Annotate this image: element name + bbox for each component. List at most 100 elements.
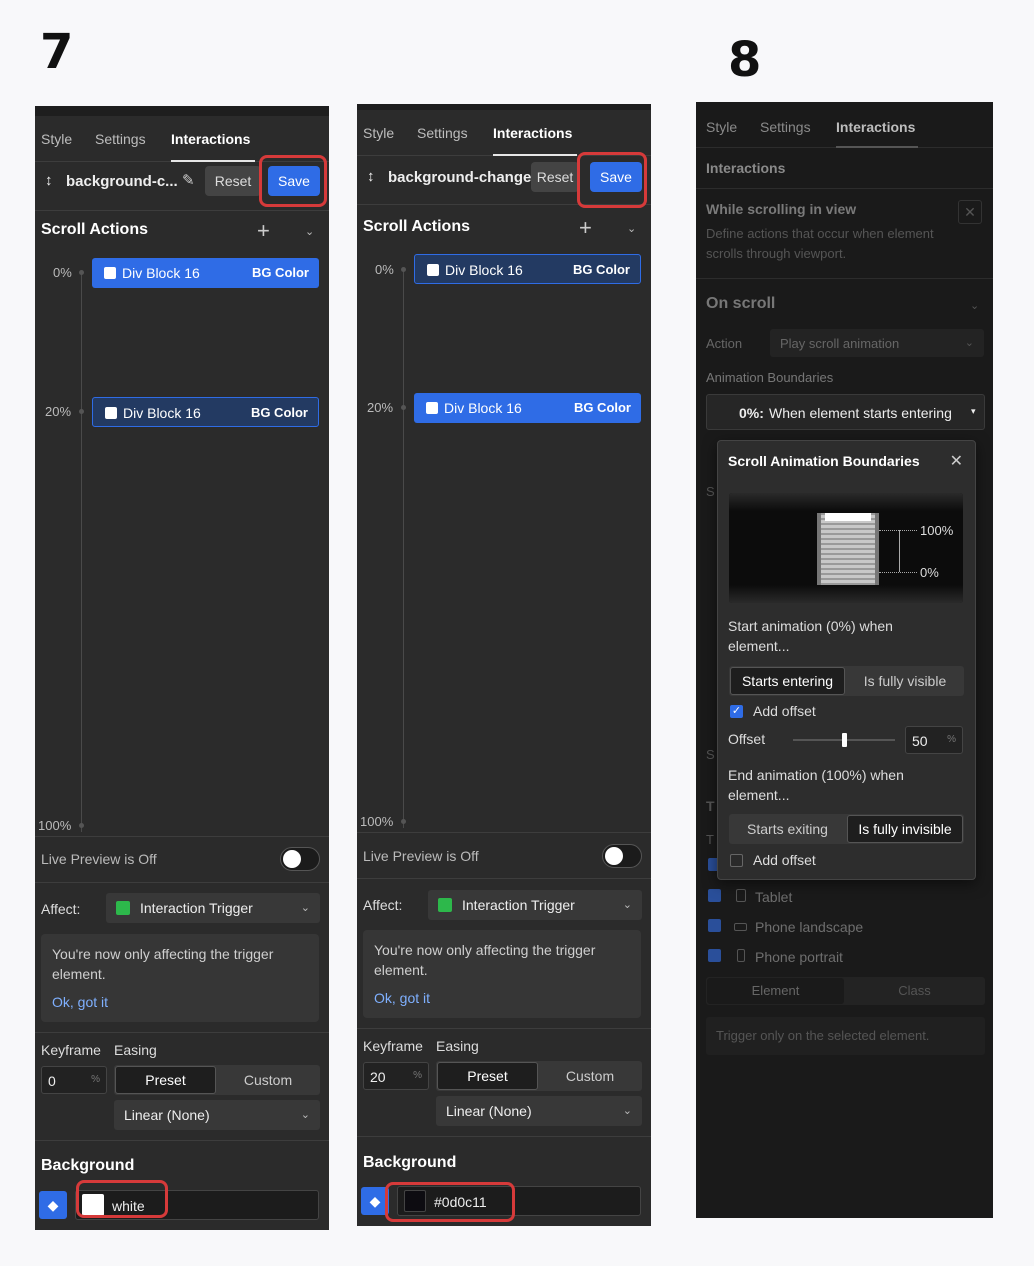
timeline-action-row[interactable]: Div Block 16 BG Color: [414, 393, 641, 423]
tab-settings[interactable]: Settings: [95, 131, 146, 147]
keyframe-pct: 20%: [367, 400, 394, 415]
action-type: BG Color: [573, 400, 631, 415]
trigger-description: Define actions that occur when element s…: [706, 226, 934, 261]
easing-select[interactable]: Linear (None) ⌄: [436, 1096, 642, 1126]
offset-input[interactable]: 50 %: [905, 726, 963, 754]
scroll-actions-title: Scroll Actions: [41, 221, 148, 238]
keyframe-pct: 0%: [53, 265, 72, 280]
notice-dismiss-link[interactable]: Ok, got it: [52, 994, 108, 1010]
timeline-action-row[interactable]: Div Block 16 BG Color: [92, 258, 319, 288]
element-icon: [427, 264, 439, 276]
scope-class-option[interactable]: Class: [846, 978, 983, 1004]
live-preview-toggle[interactable]: [280, 847, 320, 871]
chevron-down-icon[interactable]: ⌄: [305, 225, 314, 238]
tab-style[interactable]: Style: [41, 131, 72, 147]
tab-settings[interactable]: Settings: [417, 125, 468, 141]
timeline-end-pct: 100%: [360, 814, 394, 829]
start-segment: Starts entering Is fully visible: [729, 666, 964, 696]
notice-text: You're now only affecting the trigger el…: [374, 942, 596, 978]
phone-landscape-icon: [734, 923, 747, 931]
chevron-down-icon[interactable]: ⌄: [627, 222, 636, 235]
action-type: BG Color: [572, 262, 630, 277]
keyframe-input[interactable]: 20 %: [363, 1062, 429, 1090]
keyframe-unit: %: [91, 1074, 100, 1085]
easing-label: Easing: [436, 1038, 479, 1054]
divider: [357, 878, 651, 879]
close-icon[interactable]: ✕: [950, 451, 963, 471]
scope-element-option[interactable]: Element: [707, 978, 844, 1004]
device-checkbox-phone-portrait[interactable]: [708, 949, 721, 962]
keyframe-pct: 0%: [375, 262, 394, 277]
reset-button[interactable]: Reset: [531, 162, 579, 192]
viz-range-line: [899, 530, 900, 572]
add-icon[interactable]: +: [257, 220, 270, 242]
caret-icon: ▾: [971, 406, 976, 416]
action-target: Div Block 16: [445, 262, 523, 278]
offset-slider-thumb[interactable]: [842, 733, 847, 747]
easing-custom-option[interactable]: Custom: [540, 1062, 640, 1090]
divider: [696, 188, 993, 189]
highlight-save: [577, 152, 647, 208]
paint-bucket-icon[interactable]: ◆: [39, 1191, 67, 1219]
background-title: Background: [363, 1154, 457, 1171]
reset-button[interactable]: Reset: [205, 166, 261, 196]
trigger-icon: [116, 901, 130, 915]
device-checkbox-tablet[interactable]: [708, 889, 721, 902]
panel-topbar: [35, 106, 329, 116]
start-offset-label: Add offset: [753, 703, 816, 719]
tab-interactions[interactable]: Interactions: [493, 125, 572, 141]
chevron-down-icon: ⌄: [300, 902, 310, 914]
device-checkbox-phone-landscape[interactable]: [708, 919, 721, 932]
action-select[interactable]: Play scroll animation ⌄: [770, 329, 984, 357]
chevron-down-icon[interactable]: ⌄: [970, 299, 979, 312]
timeline-dot: [401, 819, 406, 824]
tab-interactions[interactable]: Interactions: [171, 131, 250, 147]
boundaries-select[interactable]: 0%: When element starts entering ▾: [706, 394, 985, 430]
tab-settings[interactable]: Settings: [760, 119, 811, 135]
live-preview-toggle[interactable]: [602, 844, 642, 868]
interaction-name[interactable]: background-change: [388, 169, 531, 186]
viz-top-fade: [729, 493, 963, 511]
obscured-label: T: [706, 832, 714, 847]
element-icon: [104, 267, 116, 279]
device-label-phone-landscape: Phone landscape: [755, 919, 864, 935]
popup-title: Scroll Animation Boundaries: [728, 453, 920, 469]
pencil-icon[interactable]: ✎: [182, 171, 195, 189]
close-icon[interactable]: ✕: [958, 200, 982, 224]
start-option-visible[interactable]: Is fully visible: [847, 667, 963, 695]
viz-bottom-fade: [729, 585, 963, 603]
start-offset-checkbox[interactable]: ✓: [730, 705, 743, 718]
sort-arrows-icon: ↕: [45, 172, 53, 189]
easing-select[interactable]: Linear (None) ⌄: [114, 1100, 320, 1130]
affect-select[interactable]: Interaction Trigger ⌄: [106, 893, 320, 923]
offset-label: Offset: [728, 731, 766, 747]
timeline-track: [81, 272, 82, 832]
device-label-phone-portrait: Phone portrait: [755, 949, 843, 965]
interaction-name[interactable]: background-c...: [66, 173, 178, 190]
tab-interactions[interactable]: Interactions: [836, 119, 915, 135]
notice-dismiss-link[interactable]: Ok, got it: [374, 990, 430, 1006]
add-icon[interactable]: +: [579, 217, 592, 239]
action-type: BG Color: [250, 405, 308, 420]
end-option-invisible[interactable]: Is fully invisible: [847, 815, 963, 843]
easing-preset-option[interactable]: Preset: [437, 1062, 538, 1090]
timeline-action-row[interactable]: Div Block 16 BG Color: [92, 397, 319, 427]
chevron-down-icon: ⌄: [622, 899, 632, 911]
end-offset-checkbox[interactable]: [730, 854, 743, 867]
end-option-exiting[interactable]: Starts exiting: [730, 815, 845, 843]
easing-preset-option[interactable]: Preset: [115, 1066, 216, 1094]
timeline-dot: [401, 267, 406, 272]
affect-select[interactable]: Interaction Trigger ⌄: [428, 890, 642, 920]
timeline-action-row[interactable]: Div Block 16 BG Color: [414, 254, 641, 284]
divider: [35, 836, 329, 837]
scroll-actions-title: Scroll Actions: [363, 218, 470, 235]
tab-style[interactable]: Style: [363, 125, 394, 141]
start-option-entering[interactable]: Starts entering: [730, 667, 845, 695]
keyframe-input[interactable]: 0 %: [41, 1066, 107, 1094]
affect-notice: You're now only affecting the trigger el…: [363, 930, 641, 1018]
element-icon: [105, 407, 117, 419]
tab-style[interactable]: Style: [706, 119, 737, 135]
device-label-tablet: Tablet: [755, 889, 793, 905]
keyframe-label: Keyframe: [363, 1038, 423, 1054]
easing-custom-option[interactable]: Custom: [218, 1066, 318, 1094]
